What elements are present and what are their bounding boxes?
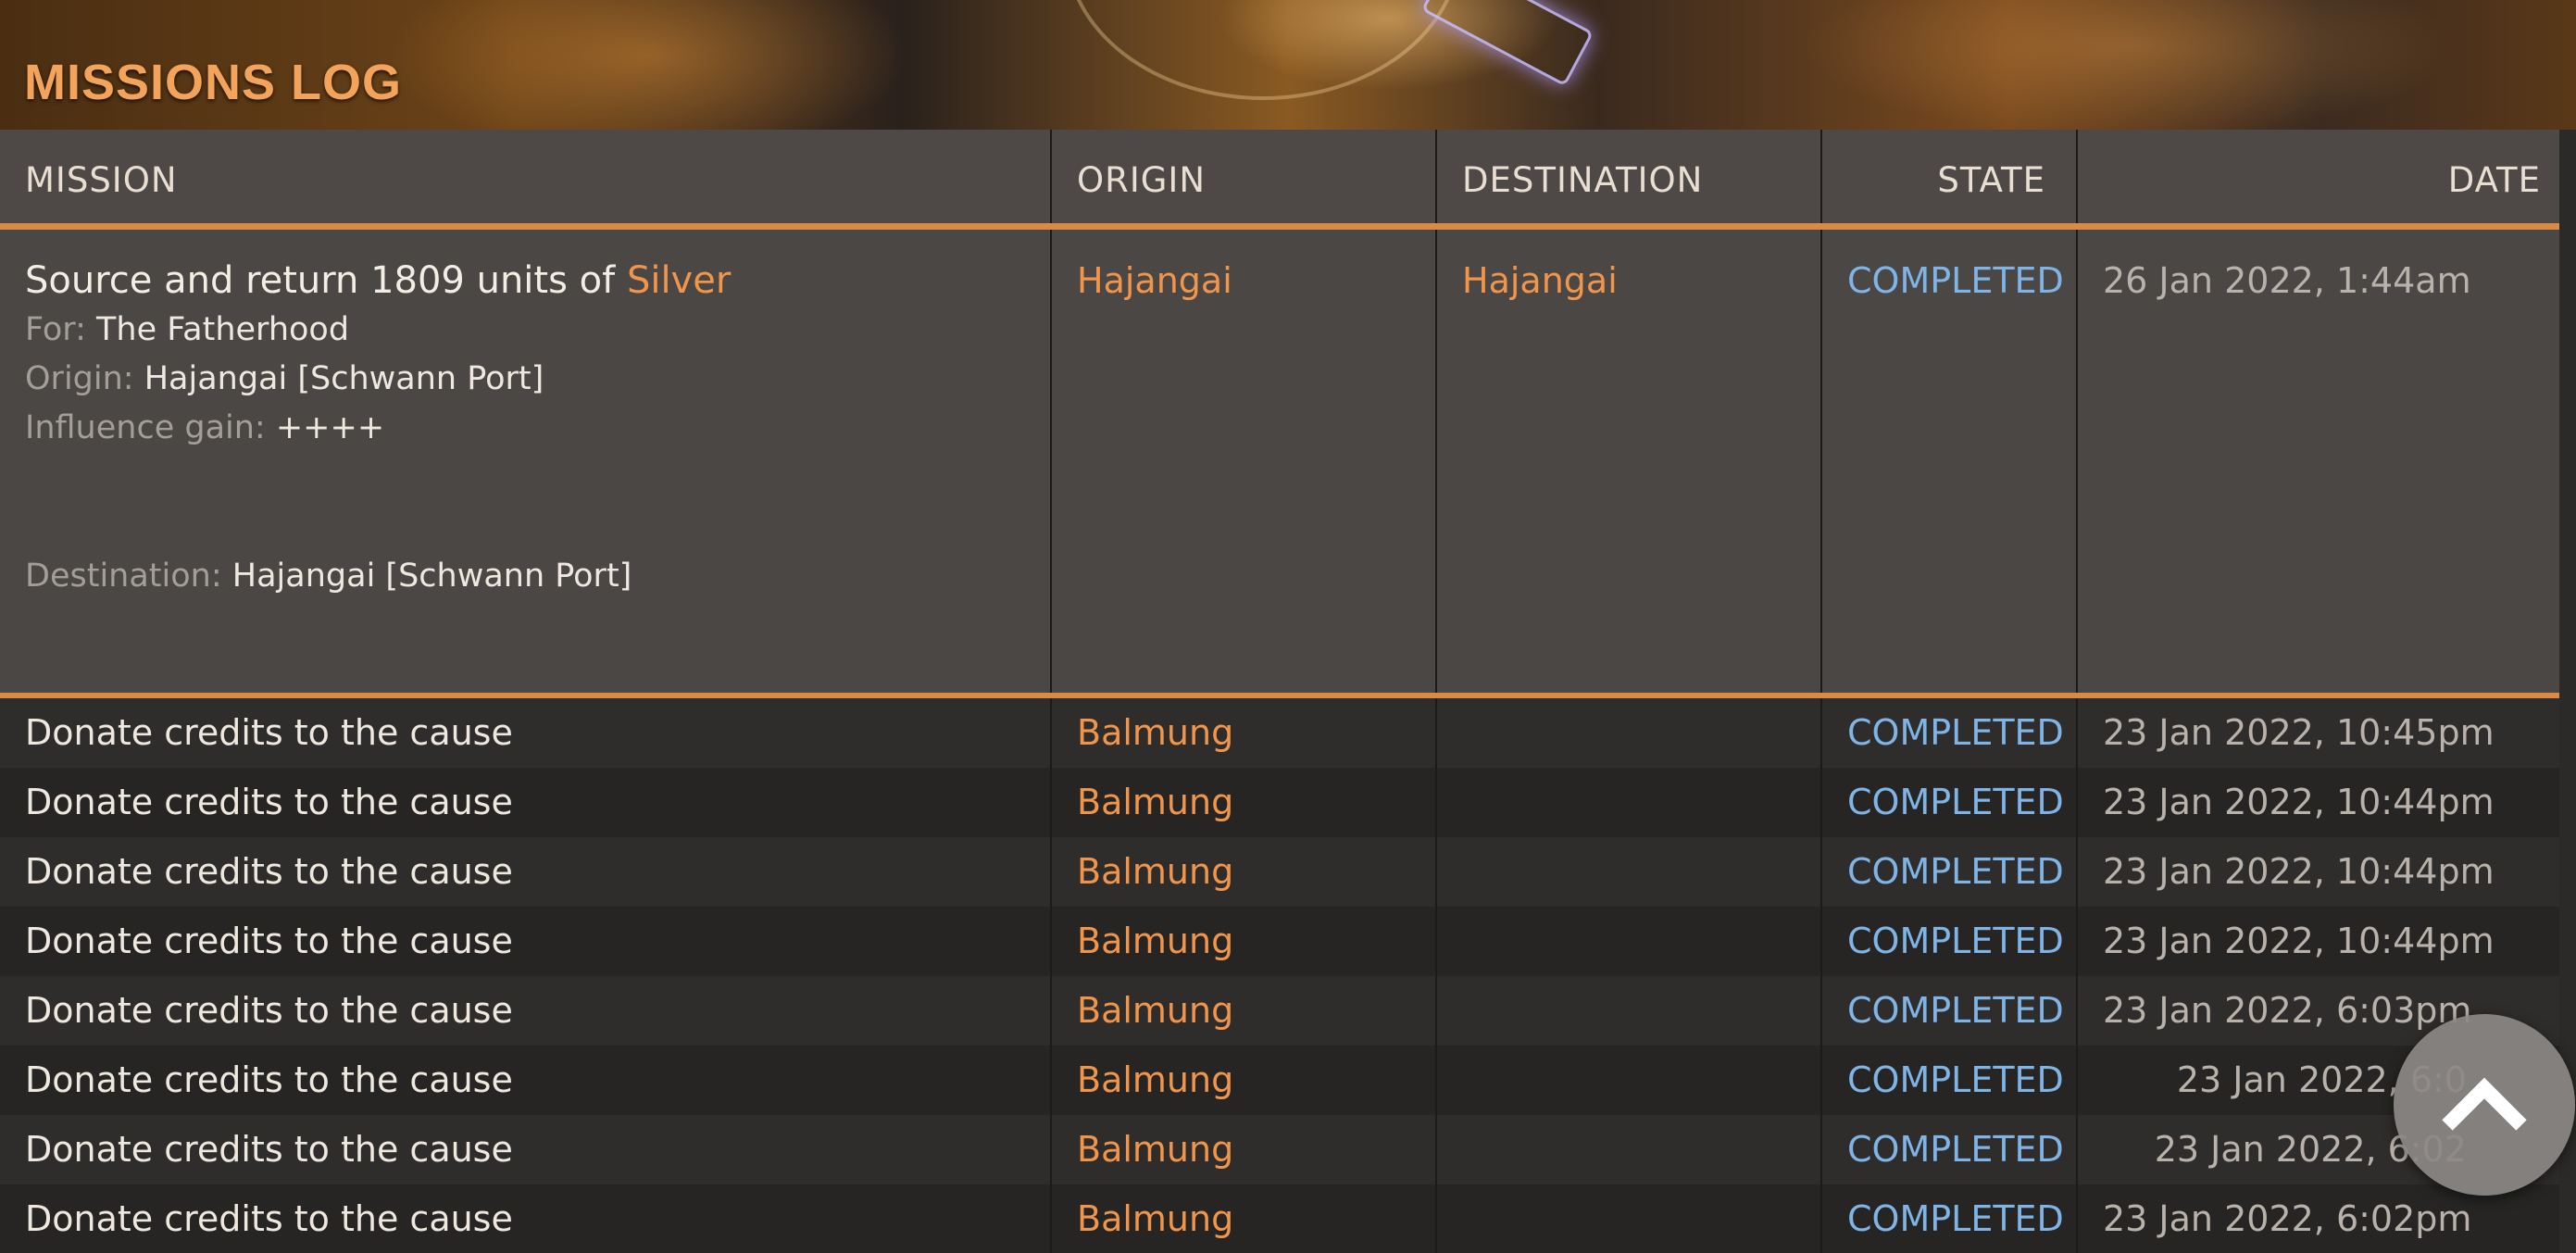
origin-value: Hajangai [Schwann Port] [144,360,544,397]
column-header-date[interactable]: DATE [2078,130,2559,223]
state-badge: COMPLETED [1822,1184,2078,1253]
origin-link[interactable]: Balmung [1052,698,1437,768]
column-header-mission[interactable]: MISSION [0,130,1052,223]
banner-art-ring [1065,0,1461,100]
destination-cell [1437,1184,1822,1253]
table-row[interactable]: Donate credits to the cause Balmung COMP… [0,976,2559,1046]
mission-cell: Donate credits to the cause [0,768,1052,837]
date-cell: 23 Jan 2022, 10:44pm [2103,921,2495,961]
mission-influence: Influence gain: ++++ [25,404,1025,453]
origin-link[interactable]: Balmung [1052,976,1437,1046]
destination-cell [1437,907,1822,976]
table-header: MISSION ORIGIN DESTINATION STATE DATE [0,130,2559,230]
origin-link[interactable]: Hajangai [1052,230,1437,693]
banner-art-glow [1420,0,1594,87]
mission-cell: Source and return 1809 units of Silver F… [0,230,1052,693]
origin-link[interactable]: Balmung [1052,1184,1437,1253]
state-badge: COMPLETED [1822,837,2078,907]
destination-value: Hajangai [Schwann Port] [231,558,632,595]
missions-log-page: MISSIONS LOG MISSION ORIGIN DESTINATION … [0,0,2576,1253]
mission-cell: Donate credits to the cause [0,1184,1052,1253]
mission-origin: Origin: Hajangai [Schwann Port] [25,355,1025,404]
mission-cell: Donate credits to the cause [0,837,1052,907]
destination-cell [1437,1046,1822,1115]
destination-label: Destination: [25,558,222,595]
mission-title-text: Source and return 1809 units of [25,259,616,302]
table-row[interactable]: Donate credits to the cause Balmung COMP… [0,1115,2559,1184]
origin-link[interactable]: Balmung [1052,1046,1437,1115]
origin-link[interactable]: Balmung [1052,837,1437,907]
mission-cell: Donate credits to the cause [0,698,1052,768]
banner: MISSIONS LOG [0,0,2576,130]
origin-link[interactable]: Balmung [1052,768,1437,837]
table-row-expanded[interactable]: Source and return 1809 units of Silver F… [0,230,2559,698]
state-badge: COMPLETED [1822,976,2078,1046]
date-cell: 23 Jan 2022, 10:44pm [2103,851,2495,892]
influence-value: ++++ [275,409,385,446]
mission-cell: Donate credits to the cause [0,1046,1052,1115]
date-cell: 23 Jan 2022, 10:44pm [2103,782,2495,822]
mission-destination: Destination: Hajangai [Schwann Port] [25,552,1025,601]
destination-cell [1437,1115,1822,1184]
date-cell: 26 Jan 2022, 1:44am [2103,260,2471,301]
state-badge: COMPLETED [1822,1115,2078,1184]
chevron-up-icon [2442,1077,2527,1131]
origin-link[interactable]: Balmung [1052,907,1437,976]
mission-cell: Donate credits to the cause [0,907,1052,976]
destination-cell [1437,976,1822,1046]
table-row[interactable]: Donate credits to the cause Balmung COMP… [0,698,2559,768]
mission-for: For: The Fatherhood [25,306,1025,355]
destination-cell [1437,837,1822,907]
missions-table: MISSION ORIGIN DESTINATION STATE DATE So… [0,130,2559,1253]
destination-link[interactable]: Hajangai [1437,230,1822,693]
state-badge: COMPLETED [1822,768,2078,837]
table-row[interactable]: Donate credits to the cause Balmung COMP… [0,1184,2559,1253]
origin-link[interactable]: Balmung [1052,1115,1437,1184]
date-cell: 23 Jan 2022, 10:45pm [2103,712,2495,753]
destination-cell [1437,698,1822,768]
page-title: MISSIONS LOG [24,55,403,110]
column-header-destination[interactable]: DESTINATION [1437,130,1822,223]
table-row[interactable]: Donate credits to the cause Balmung COMP… [0,837,2559,907]
column-header-origin[interactable]: ORIGIN [1052,130,1437,223]
destination-cell [1437,768,1822,837]
state-badge: COMPLETED [1822,698,2078,768]
mission-title: Source and return 1809 units of Silver [25,257,1025,304]
state-badge: COMPLETED [1822,1046,2078,1115]
mission-commodity-link[interactable]: Silver [627,259,731,302]
influence-label: Influence gain: [25,409,266,446]
back-to-top-button[interactable] [2394,1014,2575,1196]
mission-cell: Donate credits to the cause [0,1115,1052,1184]
for-label: For: [25,311,86,348]
origin-label: Origin: [25,360,134,397]
table-row[interactable]: Donate credits to the cause Balmung COMP… [0,1046,2559,1115]
state-badge: COMPLETED [1822,907,2078,976]
column-header-state[interactable]: STATE [1822,130,2078,223]
table-row[interactable]: Donate credits to the cause Balmung COMP… [0,768,2559,837]
table-row[interactable]: Donate credits to the cause Balmung COMP… [0,907,2559,976]
for-value: The Fatherhood [96,311,350,348]
state-badge: COMPLETED [1822,230,2078,693]
mission-cell: Donate credits to the cause [0,976,1052,1046]
